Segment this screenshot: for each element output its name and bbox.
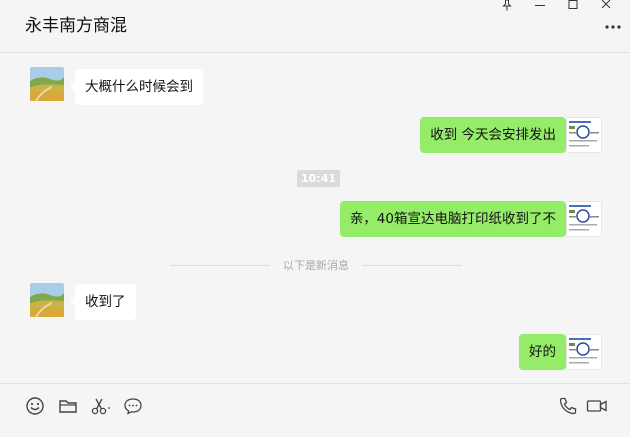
- scissors-icon[interactable]: [90, 396, 112, 416]
- message-bubble[interactable]: 好的: [519, 334, 571, 370]
- new-messages-label: 以下是新消息: [283, 259, 349, 272]
- contact-avatar[interactable]: [30, 283, 64, 317]
- chat-bubble-icon[interactable]: [123, 396, 143, 416]
- message-list: 大概什么时候会到 收到 今天会安排发出 10:41 亲，40箱宣达电脑打印纸收到…: [0, 53, 630, 383]
- more-options-icon[interactable]: [605, 22, 621, 32]
- folder-icon[interactable]: [58, 396, 78, 416]
- pin-icon[interactable]: [490, 0, 523, 12]
- chat-title: 永丰南方商混: [25, 16, 127, 36]
- phone-icon[interactable]: [558, 396, 578, 416]
- input-toolbar: [0, 383, 630, 437]
- message-bubble[interactable]: 亲，40箱宣达电脑打印纸收到了不: [339, 201, 572, 237]
- close-icon[interactable]: [589, 0, 622, 12]
- message-bubble[interactable]: 收到 今天会安排发出: [420, 117, 571, 153]
- emoji-icon[interactable]: [25, 396, 45, 416]
- message-timestamp: 10:41: [297, 170, 341, 187]
- message-bubble[interactable]: 大概什么时候会到: [70, 69, 203, 105]
- maximize-icon[interactable]: [556, 0, 589, 12]
- my-avatar[interactable]: [566, 117, 602, 153]
- chat-header: 永丰南方商混: [0, 0, 630, 53]
- my-avatar[interactable]: [566, 334, 602, 370]
- minimize-icon[interactable]: [523, 0, 556, 12]
- message-bubble[interactable]: 收到了: [70, 284, 136, 320]
- new-messages-divider: 以下是新消息: [170, 258, 462, 272]
- my-avatar[interactable]: [566, 201, 602, 237]
- contact-avatar[interactable]: [30, 67, 64, 101]
- video-icon[interactable]: [586, 396, 608, 416]
- window-controls: [490, 0, 622, 12]
